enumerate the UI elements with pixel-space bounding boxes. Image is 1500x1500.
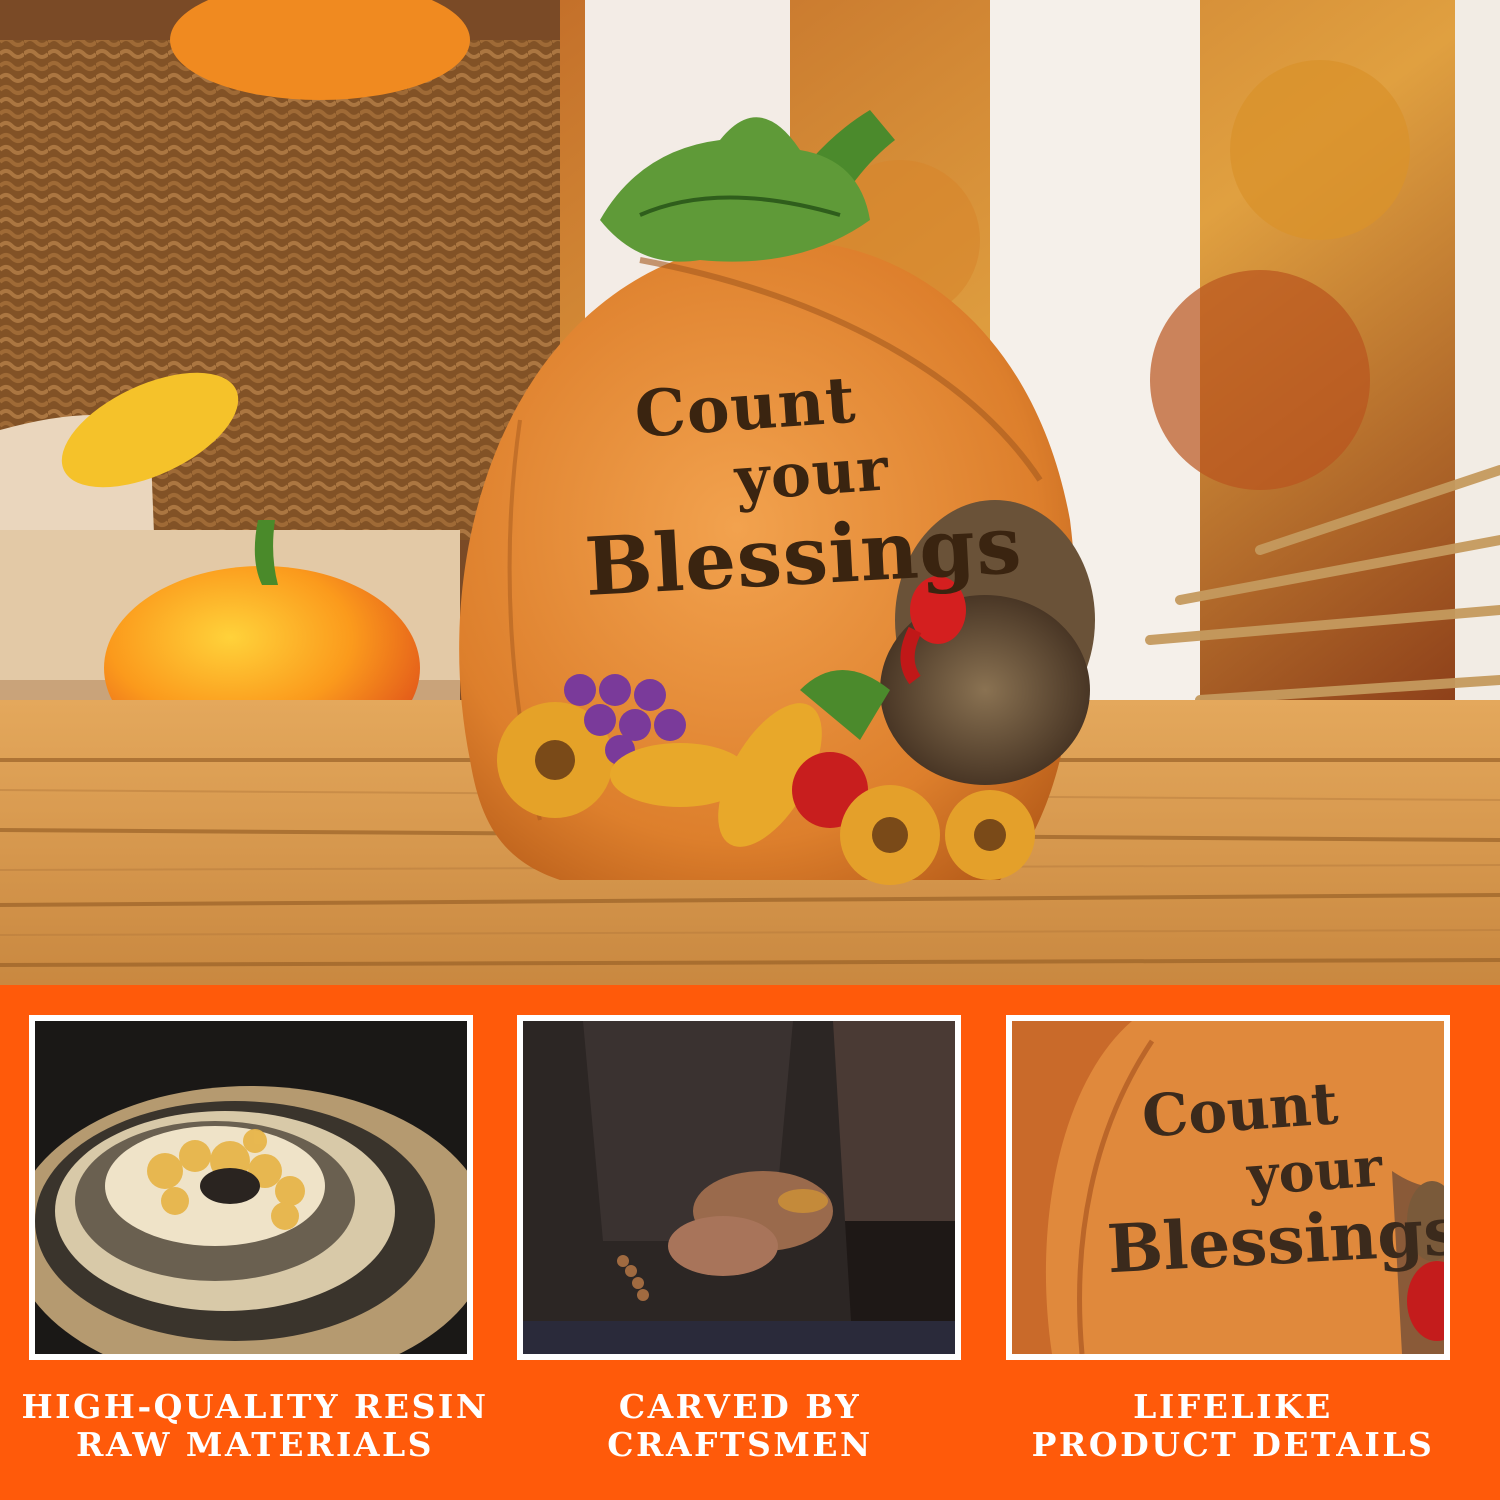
sign-line-your: your — [732, 434, 892, 515]
caption-resin-line1: HIGH-QUALITY RESIN — [21, 1387, 489, 1426]
resin-geode-photo — [35, 1021, 467, 1354]
caption-details-line2: PRODUCT DETAILS — [1031, 1425, 1435, 1464]
resin-geode-image — [35, 1021, 467, 1354]
caption-craftsman-line1: CARVED BY — [618, 1387, 862, 1426]
feature-card-resin — [29, 1015, 473, 1360]
caption-craftsman: CARVED BY CRAFTSMEN — [505, 1388, 975, 1464]
caption-resin-line2: RAW MATERIALS — [76, 1425, 434, 1464]
caption-resin: HIGH-QUALITY RESIN RAW MATERIALS — [20, 1388, 490, 1464]
craftsman-carving-photo — [523, 1021, 955, 1354]
sign-closeup-photo: Count your Blessings — [1012, 1021, 1444, 1354]
hero-photo: Count your Blessings — [0, 0, 1500, 985]
caption-craftsman-line2: CRAFTSMEN — [607, 1425, 873, 1464]
feature-card-craftsman — [517, 1015, 961, 1360]
caption-details: LIFELIKE PRODUCT DETAILS — [998, 1388, 1468, 1464]
caption-details-line1: LIFELIKE — [1133, 1387, 1333, 1426]
craftsman-image — [523, 1021, 955, 1354]
feature-card-details: Count your Blessings — [1006, 1015, 1450, 1360]
